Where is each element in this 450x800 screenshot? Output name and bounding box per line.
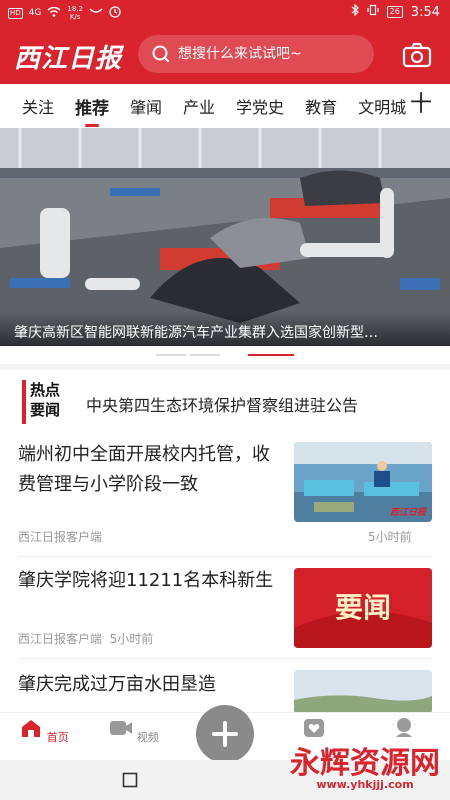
tab-civilized-city[interactable]: 文明城 — [358, 94, 406, 118]
app-logo[interactable]: 西江日报 — [14, 38, 122, 75]
news-source: 西江日报客户端 5小时前 — [18, 632, 154, 646]
signal-icon: 4G — [28, 8, 42, 18]
search-input[interactable] — [178, 46, 368, 62]
carousel-dot-active — [248, 354, 294, 356]
tab-zhaowen[interactable]: 肇闻 — [130, 94, 162, 118]
news-item[interactable]: 肇庆学院将迎11211名本科新生 西江日报客户端 5小时前 要闻 — [0, 560, 450, 656]
banner-caption: 肇庆高新区智能网联新能源汽车产业集群入选国家创新型… — [0, 312, 450, 346]
search-icon — [152, 45, 169, 62]
app-header: 西江日报 — [0, 26, 450, 84]
camera-icon[interactable] — [402, 42, 432, 68]
clock: 3:54 — [410, 4, 440, 20]
plus-icon — [212, 721, 238, 747]
thumb-title: 要闻 — [334, 591, 391, 624]
wifi-icon — [47, 6, 61, 20]
battery-indicator: 26 — [386, 6, 403, 18]
tab-party-history[interactable]: 学党史 — [236, 94, 284, 118]
hot-news-bar[interactable]: 热点 要闻 中央第四生态环境保护督察组进驻公告 — [0, 364, 450, 434]
add-channel-button[interactable]: 十 — [410, 94, 432, 116]
news-source: 西江日报客户端 — [18, 530, 103, 544]
carousel-dot — [190, 354, 220, 356]
hot-news-headline[interactable]: 中央第四生态环境保护督察组进驻公告 — [86, 392, 358, 416]
heart-icon — [304, 719, 324, 737]
site-watermark: 永辉资源网 www.yhkjjj.com — [290, 746, 440, 791]
hd-badge: HD — [8, 7, 23, 19]
news-thumbnail[interactable] — [294, 670, 432, 712]
home-icon — [22, 720, 41, 737]
search-bar[interactable] — [138, 35, 374, 73]
tab-recommend[interactable]: 推荐 — [75, 94, 109, 127]
news-thumbnail[interactable]: 要闻 — [294, 568, 432, 648]
nav-home[interactable]: 首页 — [14, 717, 74, 745]
news-title[interactable]: 肇庆学院将迎11211名本科新生 — [18, 566, 280, 596]
status-bar: HD 4G 18.2 K/s 26 3:54 — [0, 0, 450, 26]
carousel-indicator — [0, 346, 450, 360]
publish-button[interactable] — [196, 705, 254, 763]
banner-carousel[interactable]: 肇庆高新区智能网联新能源汽车产业集群入选国家创新型… — [0, 128, 450, 346]
profile-icon — [396, 718, 412, 737]
hot-news-label: 热点 要闻 — [22, 380, 74, 424]
recent-apps-button[interactable] — [122, 772, 138, 788]
news-item[interactable]: 端州初中全面开展校内托管，收费管理与小学阶段一致 西江日报客户端 5小时前 西江… — [0, 434, 450, 554]
video-icon — [110, 721, 133, 735]
tab-follow[interactable]: 关注 — [22, 94, 54, 118]
nav-video[interactable]: 视频 — [104, 717, 164, 745]
category-tabs: 关注 推荐 肇闻 产业 学党史 教育 文明城 十 — [0, 84, 450, 128]
news-time: 5小时前 — [368, 530, 412, 544]
network-speed: 18.2 K/s — [67, 5, 83, 21]
carousel-dot — [156, 354, 186, 356]
message-icon — [89, 7, 103, 20]
news-title[interactable]: 端州初中全面开展校内托管，收费管理与小学阶段一致 — [18, 440, 280, 500]
tab-industry[interactable]: 产业 — [183, 94, 215, 118]
thumb-watermark: 西江日报 — [389, 508, 426, 518]
divider — [18, 658, 432, 659]
news-thumbnail[interactable]: 西江日报 — [294, 442, 432, 522]
divider — [18, 556, 432, 557]
tab-education[interactable]: 教育 — [305, 94, 337, 118]
notification-icon — [109, 5, 121, 21]
news-title[interactable]: 肇庆完成过万亩水田垦造 — [18, 670, 280, 700]
bluetooth-icon — [351, 3, 359, 20]
vibrate-icon — [367, 4, 379, 20]
